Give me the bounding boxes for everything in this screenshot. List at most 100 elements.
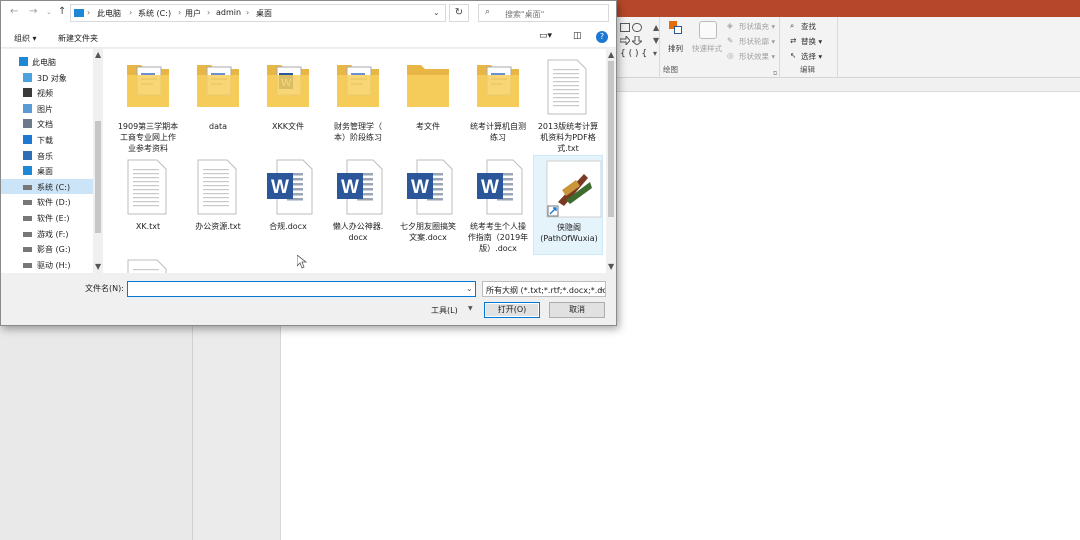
filename-input[interactable] — [127, 281, 476, 297]
nav-item-0[interactable]: 此电脑 — [1, 54, 93, 69]
cancel-button[interactable]: 取消 — [549, 302, 605, 318]
back-icon[interactable]: ← — [10, 6, 18, 17]
filter-dropdown-icon[interactable]: ⌄ — [598, 284, 605, 293]
shape-down-arrow[interactable] — [630, 35, 644, 46]
drive-icon — [23, 262, 32, 268]
gallery-up-icon[interactable]: ▲ — [653, 23, 659, 32]
shape-brackets[interactable]: { ( ) { — [620, 49, 647, 59]
file-item[interactable]: 侠隐阁 (PathOfWuxia) — [533, 155, 603, 255]
file-item[interactable]: W 七夕朋友圈搞笑 文案.docx — [393, 155, 463, 255]
nav-item-4[interactable]: 文档 — [1, 116, 93, 131]
forward-icon[interactable]: → — [29, 6, 37, 17]
drawing-group-label: 绘图 — [663, 65, 678, 74]
new-folder-button[interactable]: 新建文件夹 — [58, 33, 98, 44]
nav-item-12[interactable]: 影音 (G:) — [1, 241, 93, 256]
breadcrumb-drive-c[interactable]: 系统 (C:) — [138, 8, 171, 19]
nav-item-10[interactable]: 软件 (E:) — [1, 210, 93, 225]
navigation-pane: 此电脑 3D 对象 视频图片文档 下载音乐桌面 系统 (C:) 软件 (D:) 软件 (E:… — [1, 49, 103, 273]
file-type-filter[interactable]: 所有大纲 (*.txt;*.rtf;*.docx;*.do — [482, 281, 606, 297]
nav-item-6[interactable]: 音乐 — [1, 148, 93, 163]
nav-item-label: 软件 (E:) — [37, 214, 70, 223]
file-item[interactable] — [113, 255, 183, 273]
breadcrumb-users[interactable]: 用户 — [185, 8, 201, 19]
file-name: 考文件 — [416, 122, 440, 131]
file-item[interactable]: data — [183, 55, 253, 155]
powerpoint-titlebar — [617, 0, 1080, 17]
shape-square[interactable] — [620, 23, 630, 32]
shapes-gallery[interactable]: { ( ) { ▲ ▼ ▾ — [617, 17, 660, 78]
svg-text:W: W — [481, 177, 499, 198]
dialog-launcher-icon[interactable]: ⧉ — [773, 70, 777, 78]
help-icon[interactable]: ? — [596, 31, 608, 43]
preview-pane-icon[interactable]: ◫ — [573, 31, 582, 41]
up-icon[interactable]: ↑ — [58, 6, 66, 17]
address-bar[interactable]: › 此电脑 › 系统 (C:) › 用户 › admin › 桌面 ⌄ — [70, 4, 446, 22]
nav-scrollbar[interactable]: ▲ ▼ — [93, 49, 103, 273]
file-scrollbar-thumb[interactable] — [608, 61, 614, 217]
recent-locations-icon[interactable]: ⌄ — [46, 8, 52, 16]
nav-scrollbar-thumb[interactable] — [95, 121, 101, 233]
nav-item-2[interactable]: 视频 — [1, 85, 93, 100]
nav-item-label: 软件 (D:) — [37, 198, 71, 208]
file-name: 懒人办公神器. docx — [332, 222, 384, 242]
file-item[interactable]: W 懒人办公神器. docx — [323, 155, 393, 255]
breadcrumb-desktop[interactable]: 桌面 — [256, 8, 272, 19]
computer-icon — [19, 57, 28, 66]
file-item[interactable]: W 统考考生个人操 作指南（2019年 版）.docx — [463, 155, 533, 255]
refresh-icon[interactable]: ↻ — [449, 4, 469, 22]
file-item[interactable]: W XKK文件 — [253, 55, 323, 155]
video-icon — [23, 88, 32, 98]
file-item[interactable]: 统考计算机自测 练习 — [463, 55, 533, 155]
file-name: 1909第三学期本 工商专业网上作 业参考资料 — [117, 122, 179, 153]
nav-item-label: 图片 — [37, 104, 53, 114]
word-doc-icon: W — [405, 159, 453, 217]
word-doc-icon: W — [335, 159, 383, 217]
nav-item-1[interactable]: 3D 对象 — [1, 70, 93, 85]
view-options-icon[interactable]: ▭▾ — [539, 31, 552, 41]
shape-oval[interactable] — [632, 23, 642, 32]
tools-button[interactable]: 工具(L) — [431, 305, 458, 316]
editing-group-label: 编辑 — [800, 65, 815, 74]
nav-item-13[interactable]: 驱动 (H:) — [1, 257, 93, 272]
nav-item-label: 影音 (G:) — [37, 245, 71, 255]
file-item[interactable]: 2013版统考计算 机资料为PDF格 式.txt — [533, 55, 603, 155]
documents-icon — [23, 119, 32, 129]
gallery-more-icon[interactable]: ▾ — [653, 49, 657, 58]
svg-text:W: W — [341, 177, 359, 198]
filename-label: 文件名(N): — [85, 284, 124, 293]
nav-item-9[interactable]: 软件 (D:) — [1, 194, 93, 209]
search-input[interactable]: ⌕ 搜索"桌面" — [478, 4, 609, 22]
ribbon-collapse-strip — [617, 78, 1080, 92]
file-name: 2013版统考计算 机资料为PDF格 式.txt — [537, 122, 599, 153]
address-dropdown-icon[interactable]: ⌄ — [433, 8, 440, 17]
breadcrumb-admin[interactable]: admin — [216, 8, 241, 17]
desktop-icon — [23, 166, 32, 176]
file-item[interactable]: 1909第三学期本 工商专业网上作 业参考资料 — [113, 55, 183, 155]
shape-arrow[interactable] — [619, 34, 631, 47]
nav-item-label: 音乐 — [37, 151, 53, 161]
file-item[interactable]: XK.txt — [113, 155, 183, 255]
file-name: 合规.docx — [269, 222, 307, 231]
nav-item-3[interactable]: 图片 — [1, 101, 93, 116]
text-file-icon — [125, 159, 169, 217]
file-scrollbar[interactable]: ▲ ▼ — [606, 49, 616, 273]
open-button[interactable]: 打开(O) — [484, 302, 540, 318]
breadcrumb-this-pc[interactable]: 此电脑 — [97, 8, 121, 19]
organize-button[interactable]: 组织 ▾ — [14, 33, 37, 44]
nav-item-11[interactable]: 游戏 (F:) — [1, 226, 93, 241]
file-item[interactable]: 办公资源.txt — [183, 155, 253, 255]
nav-item-7[interactable]: 桌面 — [1, 163, 93, 178]
nav-item-5[interactable]: 下载 — [1, 132, 93, 147]
file-item[interactable]: 财务管理学（ 本）阶段练习 — [323, 55, 393, 155]
file-item[interactable]: 考文件 — [393, 55, 463, 155]
drive-icon — [23, 200, 32, 206]
gallery-down-icon[interactable]: ▼ — [653, 36, 659, 45]
tools-dropdown-icon[interactable]: ▼ — [468, 305, 473, 312]
download-icon — [23, 135, 32, 144]
nav-item-8[interactable]: 系统 (C:) — [1, 178, 93, 194]
search-placeholder: 搜索"桌面" — [505, 10, 545, 19]
filename-dropdown-icon[interactable]: ⌄ — [466, 284, 473, 293]
mouse-cursor-icon — [296, 254, 308, 271]
pictures-icon — [23, 103, 32, 113]
file-item[interactable]: W 合规.docx — [253, 155, 323, 255]
